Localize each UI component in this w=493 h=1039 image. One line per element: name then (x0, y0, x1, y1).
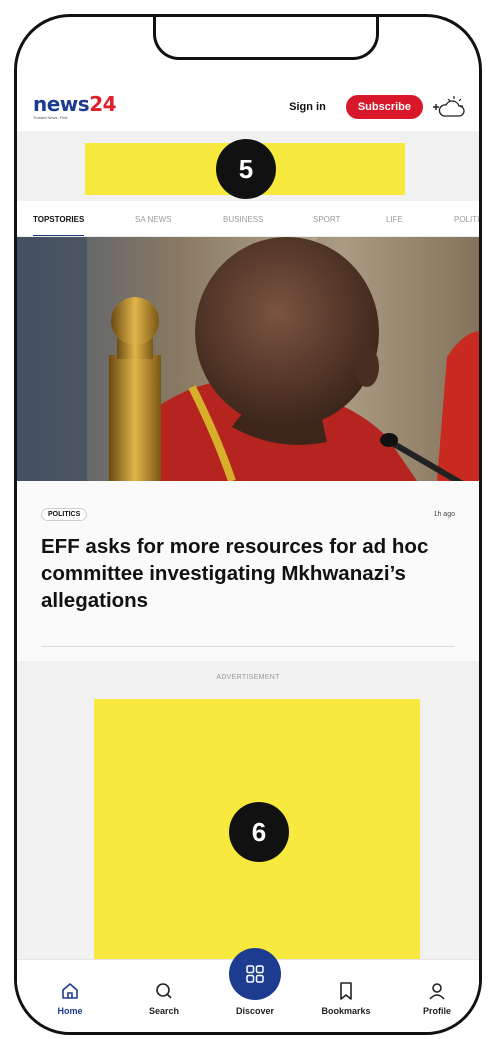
top-ad-area: 5 (17, 131, 479, 201)
news24-logo[interactable]: news24 Trusted News. First (33, 92, 117, 120)
phone-frame: news24 Trusted News. First Sign in Subsc… (14, 14, 482, 1035)
search-icon (156, 983, 172, 999)
advertisement-section: ADVERTISEMENT 6 (17, 661, 479, 991)
profile-icon (429, 983, 445, 1000)
tab-topstories[interactable]: TOPSTORIES (33, 201, 85, 236)
article-headline[interactable]: EFF asks for more resources for ad hoc c… (41, 533, 455, 614)
step-badge-5: 5 (216, 139, 276, 199)
nav-bookmarks-label: Bookmarks (321, 1006, 371, 1016)
bottom-navigation: Home Search Discover Bookmarks Profile (17, 948, 479, 1035)
nav-search-label: Search (148, 1006, 180, 1016)
article-hero-image[interactable] (17, 237, 479, 481)
subscribe-button[interactable]: Subscribe (345, 95, 423, 119)
logo-text: news (33, 92, 90, 116)
tab-sa-news[interactable]: SA NEWS (135, 201, 171, 236)
nav-discover[interactable]: Discover (220, 948, 290, 1016)
logo-tagline: Trusted News. First (33, 115, 68, 120)
divider (41, 646, 455, 647)
nav-bookmarks[interactable]: Bookmarks (311, 980, 381, 1016)
phone-notch (153, 17, 379, 60)
tab-life[interactable]: LIFE (386, 201, 403, 236)
active-tab-indicator (45, 1033, 121, 1035)
tab-sport[interactable]: SPORT (313, 201, 340, 236)
nav-profile[interactable]: Profile (402, 980, 472, 1016)
tab-politics[interactable]: POLITICS (454, 201, 479, 236)
nav-home-label: Home (57, 1006, 83, 1016)
top-article-card[interactable]: POLITICS 1h ago EFF asks for more resour… (17, 481, 479, 661)
article-time-ago: 1h ago (433, 511, 455, 518)
home-icon (62, 983, 78, 999)
nav-home[interactable]: Home (35, 980, 105, 1016)
step-badge-6: 6 (229, 802, 289, 862)
tab-business[interactable]: BUSINESS (223, 201, 263, 236)
category-tabs: TOPSTORIES SA NEWS BUSINESS SPORT LIFE P… (17, 201, 479, 237)
grid-icon (246, 965, 264, 983)
logo-number: 24 (89, 92, 117, 116)
weather-icon[interactable] (431, 92, 465, 122)
advertisement-label: ADVERTISEMENT (216, 674, 280, 681)
nav-discover-label: Discover (235, 1006, 275, 1016)
article-category-tag[interactable]: POLITICS (41, 508, 88, 521)
nav-profile-label: Profile (422, 1006, 451, 1016)
discover-fab-button[interactable] (229, 948, 281, 1000)
nav-search[interactable]: Search (129, 980, 199, 1016)
app-header: news24 Trusted News. First Sign in Subsc… (17, 83, 479, 131)
bookmark-icon (340, 982, 352, 1000)
sign-in-link[interactable]: Sign in (289, 101, 326, 113)
